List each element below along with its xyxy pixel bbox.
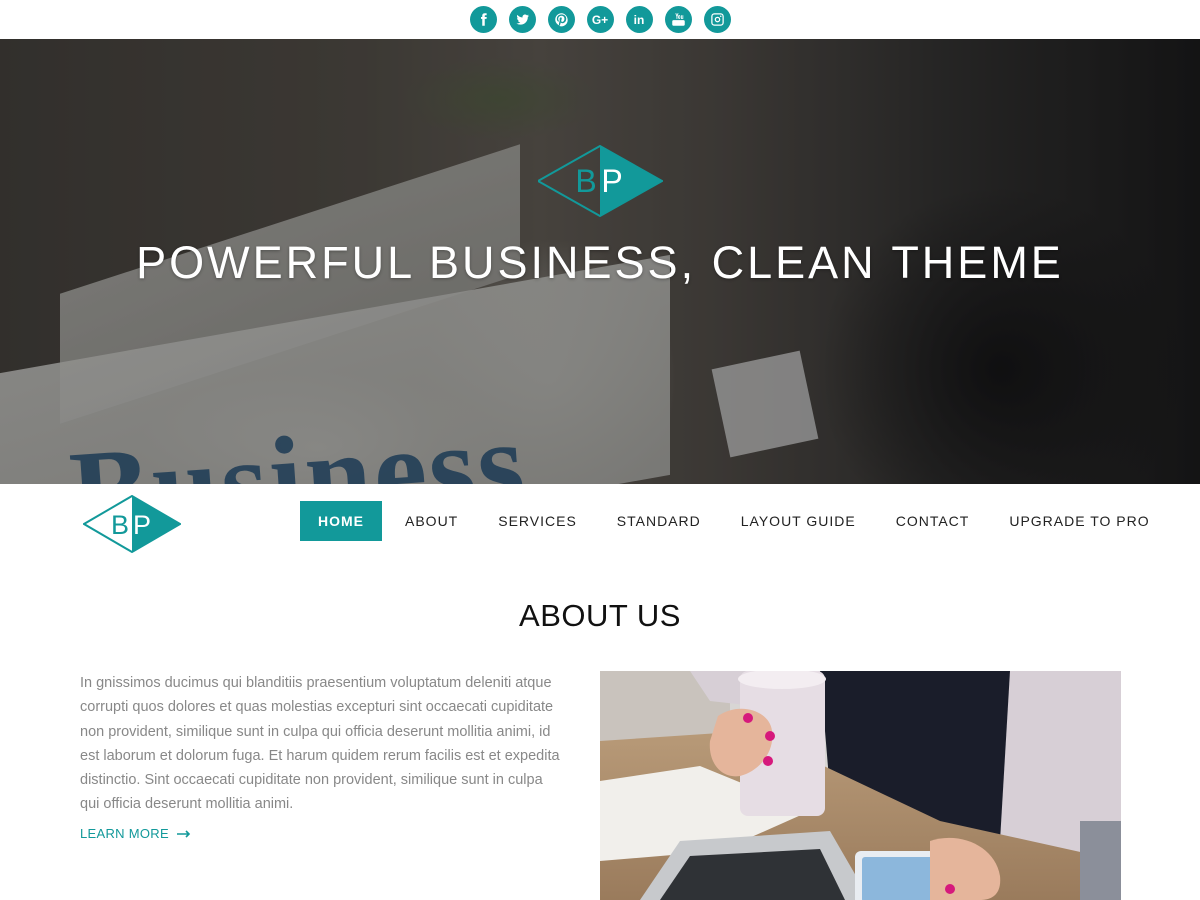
hero-logo-letter-p: P xyxy=(601,163,622,199)
site-logo[interactable]: B P xyxy=(82,494,182,558)
youtube-icon[interactable] xyxy=(664,6,692,33)
main-navbar: B P HOME ABOUT SERVICES STANDARD LAYOUT … xyxy=(0,484,1200,564)
social-bar: G+ in xyxy=(0,0,1200,39)
nav-item-about[interactable]: ABOUT xyxy=(385,501,478,541)
facebook-icon[interactable] xyxy=(469,6,497,33)
twitter-icon[interactable] xyxy=(508,6,536,33)
about-section-title: ABOUT US xyxy=(519,598,681,633)
site-logo-letter-b: B xyxy=(111,510,129,540)
google-plus-icon[interactable]: G+ xyxy=(586,6,614,33)
linkedin-label: in xyxy=(633,12,645,27)
about-image xyxy=(600,671,1121,900)
nav-item-contact[interactable]: CONTACT xyxy=(876,501,990,541)
nav-menu: HOME ABOUT SERVICES STANDARD LAYOUT GUID… xyxy=(300,501,1170,541)
nav-item-upgrade-to-pro[interactable]: UPGRADE TO PRO xyxy=(989,501,1169,541)
google-plus-label: G+ xyxy=(591,12,609,27)
nav-item-services[interactable]: SERVICES xyxy=(478,501,597,541)
linkedin-icon[interactable]: in xyxy=(625,6,653,33)
hero-title: POWERFUL BUSINESS, CLEAN THEME xyxy=(136,237,1064,288)
about-paragraph: In gnissimos ducimus qui blanditiis prae… xyxy=(80,675,560,813)
pinterest-icon[interactable] xyxy=(547,6,575,33)
hero-logo[interactable]: B P xyxy=(535,144,665,222)
nav-item-standard[interactable]: STANDARD xyxy=(597,501,721,541)
nav-item-layout-guide[interactable]: LAYOUT GUIDE xyxy=(721,501,876,541)
hero-logo-letter-b: B xyxy=(575,163,596,199)
learn-more-label: LEARN MORE xyxy=(80,826,169,841)
site-logo-letter-p: P xyxy=(133,510,151,540)
learn-more-link[interactable]: LEARN MORE xyxy=(80,826,191,841)
arrow-right-icon xyxy=(176,829,191,838)
hero-banner: Business B P POWERFUL BUSINESS, CLEAN TH… xyxy=(0,39,1200,484)
nav-item-home[interactable]: HOME xyxy=(300,501,382,541)
instagram-icon[interactable] xyxy=(703,6,731,33)
